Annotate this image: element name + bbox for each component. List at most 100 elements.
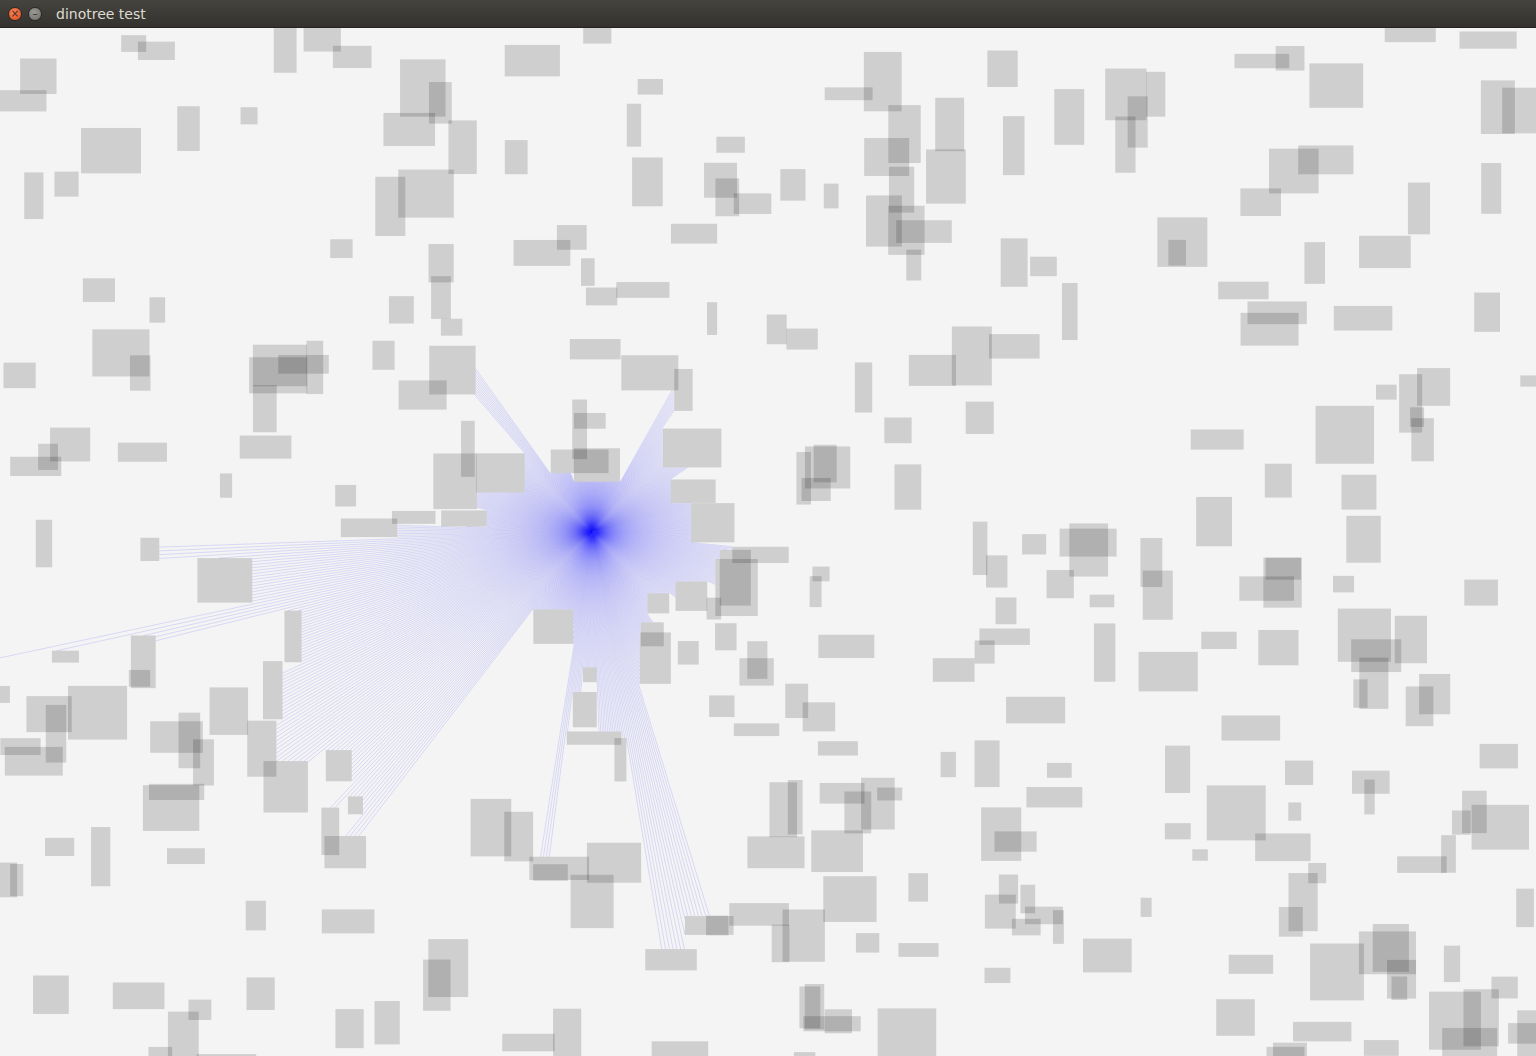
obstacle-rect xyxy=(241,107,258,124)
obstacle-rect xyxy=(715,623,737,650)
obstacle-rect xyxy=(167,848,205,864)
obstacle-rect xyxy=(130,355,151,390)
obstacle-rect xyxy=(140,538,159,561)
obstacle-rect xyxy=(1191,429,1244,449)
ray-line xyxy=(397,532,592,537)
ray-line xyxy=(567,473,592,532)
obstacle-rect xyxy=(716,137,745,153)
ray-line xyxy=(568,473,592,532)
obstacle-rect xyxy=(1285,761,1313,785)
obstacle-rect xyxy=(1234,54,1289,68)
obstacle-rect xyxy=(1094,623,1115,681)
ray-line xyxy=(592,516,691,532)
ray-line xyxy=(592,532,709,916)
ray-line xyxy=(0,532,592,948)
ray-line xyxy=(581,482,592,532)
obstacle-rect xyxy=(81,128,141,173)
ray-line xyxy=(592,532,620,731)
ray-line xyxy=(562,473,592,532)
obstacle-rect xyxy=(671,224,717,244)
obstacle-rect xyxy=(1364,780,1374,815)
obstacle-rect xyxy=(747,641,767,679)
ray-line xyxy=(569,473,592,532)
ray-line xyxy=(156,532,592,641)
obstacle-rect xyxy=(0,686,10,703)
ray-line xyxy=(592,513,691,532)
minimize-button[interactable]: – xyxy=(28,7,42,21)
obstacle-rect xyxy=(54,172,78,197)
obstacle-rect xyxy=(1207,785,1266,840)
obstacle-rect xyxy=(747,836,804,868)
ray-line xyxy=(552,473,592,532)
obstacle-rect xyxy=(685,916,734,935)
obstacle-rect xyxy=(823,876,876,922)
ray-line xyxy=(302,532,592,629)
obstacle-rect xyxy=(423,960,451,1011)
ray-line xyxy=(252,532,592,577)
ray-line xyxy=(566,473,592,532)
obstacle-rect xyxy=(1241,313,1299,346)
ray-line xyxy=(592,532,615,731)
ray-line xyxy=(592,532,609,731)
obstacle-rect xyxy=(263,761,307,812)
obstacle-rect xyxy=(640,632,671,683)
obstacle-rect xyxy=(372,341,394,370)
ray-line xyxy=(563,473,592,532)
obstacle-rect xyxy=(1288,802,1301,820)
obstacle-rect xyxy=(1258,630,1298,665)
ray-line xyxy=(159,532,592,551)
obstacle-rect xyxy=(1047,763,1072,778)
obstacle-rect xyxy=(441,510,486,526)
obstacle-rect xyxy=(933,658,975,682)
obstacle-rect xyxy=(973,522,988,575)
obstacle-rect xyxy=(348,796,363,814)
ray-line xyxy=(583,482,592,532)
obstacle-rect xyxy=(627,104,641,147)
obstacle-rect xyxy=(253,345,307,387)
ray-line xyxy=(569,473,592,532)
ray-line xyxy=(557,473,592,532)
obstacle-rect xyxy=(149,784,204,800)
obstacle-rect xyxy=(864,138,909,176)
obstacle-rect xyxy=(431,276,451,319)
ray-line xyxy=(586,482,592,532)
obstacle-rect xyxy=(1222,716,1281,741)
close-button[interactable]: × xyxy=(8,7,22,21)
obstacle-rect xyxy=(785,684,808,718)
obstacle-rect xyxy=(707,302,717,335)
obstacle-rect xyxy=(448,120,476,174)
obstacle-rect xyxy=(647,593,669,613)
ray-line xyxy=(592,515,691,532)
ray-line xyxy=(554,473,592,532)
ray-line xyxy=(566,473,592,532)
obstacle-rect xyxy=(1003,116,1025,175)
obstacle-rect xyxy=(52,651,79,663)
obstacle-rect xyxy=(392,511,436,524)
obstacle-rect xyxy=(909,355,956,386)
obstacle-rect xyxy=(1229,955,1273,974)
obstacle-rect xyxy=(240,436,292,459)
obstacle-rect xyxy=(10,457,61,476)
obstacle-rect xyxy=(1502,88,1536,134)
obstacle-rect xyxy=(786,329,817,350)
obstacle-rect xyxy=(326,750,352,781)
obstacle-rect xyxy=(1026,787,1082,807)
obstacle-rect xyxy=(975,740,1000,787)
obstacle-rect xyxy=(794,1052,816,1056)
title-bar: ×–dinotree test xyxy=(0,0,1536,28)
obstacle-rect xyxy=(1351,639,1401,672)
obstacle-rect xyxy=(864,52,902,111)
obstacle-rect xyxy=(1316,406,1374,464)
obstacle-rect xyxy=(68,686,127,740)
ray-line xyxy=(592,532,616,731)
ray-line xyxy=(592,514,691,532)
obstacle-rect xyxy=(45,838,74,856)
obstacle-rect xyxy=(824,184,839,209)
obstacle-rect xyxy=(504,812,533,862)
ray-line xyxy=(592,509,691,532)
obstacle-rect xyxy=(1269,149,1319,194)
ray-line xyxy=(397,532,592,534)
obstacle-rect xyxy=(986,555,1007,587)
ray-line xyxy=(592,525,691,532)
obstacle-rect xyxy=(583,667,597,682)
